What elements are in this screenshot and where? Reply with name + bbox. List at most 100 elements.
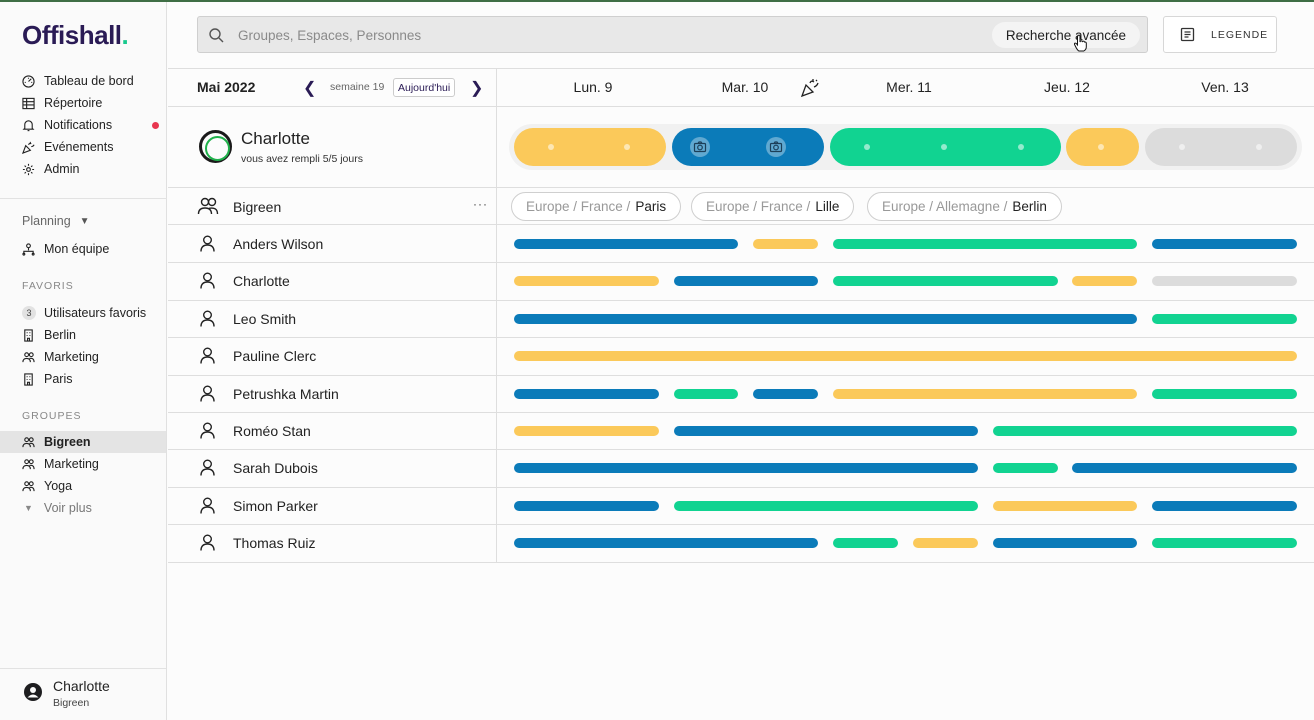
presence-bar[interactable] [514,463,978,474]
month-label: Mai 2022 [197,79,256,95]
half-day-dot[interactable] [624,144,630,150]
half-day-dot[interactable] [864,144,870,150]
presence-bar[interactable] [1072,276,1137,287]
presence-bar[interactable] [833,276,1058,287]
nav-my-team[interactable]: Mon équipe [22,238,167,260]
nav-dashboard[interactable]: Tableau de bord [22,70,167,92]
camera-icon[interactable] [690,137,710,157]
location-chip-berlin[interactable]: Europe / Allemagne / Berlin [867,192,1062,221]
gear-icon [22,163,35,175]
presence-bar[interactable] [674,388,738,399]
presence-bar[interactable] [1152,388,1297,399]
advanced-search-button[interactable]: Recherche avancée [991,22,1140,48]
presence-bar[interactable] [514,388,659,399]
legend-button[interactable]: LEGENDE [1163,16,1277,53]
group-label: Yoga [44,479,73,493]
person-icon [200,459,215,476]
next-week-icon[interactable]: ❯ [470,78,483,98]
nav-events[interactable]: Evénements [22,136,167,158]
app-logo[interactable]: Offishall. [22,20,129,51]
planning-dropdown[interactable]: Planning ▼ [22,214,90,228]
presence-bar[interactable] [674,500,978,511]
person-name[interactable]: Leo Smith [233,311,296,327]
group-icon [22,351,35,362]
search-icon [209,28,224,43]
nav-notifications[interactable]: Notifications [22,114,167,136]
person-icon [200,347,215,364]
more-options-icon[interactable]: ··· [473,197,488,211]
presence-bar[interactable] [1152,276,1297,287]
group-item-bigreen[interactable]: Bigreen [0,431,166,453]
presence-bar[interactable] [913,538,978,549]
person-name[interactable]: Charlotte [233,273,290,289]
fav-berlin[interactable]: Berlin [22,324,167,346]
presence-bar[interactable] [993,500,1137,511]
half-day-dot[interactable] [1098,144,1104,150]
presence-bar[interactable] [674,276,818,287]
user-profile[interactable]: Charlotte Bigreen [0,668,166,720]
camera-icon[interactable] [766,137,786,157]
half-day-dot[interactable] [1256,144,1262,150]
presence-bar[interactable] [753,239,818,249]
person-name[interactable]: Pauline Clerc [233,348,316,364]
search-input[interactable] [238,25,938,45]
group-item-marketing[interactable]: Marketing [0,453,166,475]
presence-bar[interactable] [833,239,1137,249]
presence-bar[interactable] [1152,538,1297,549]
person-name[interactable]: Anders Wilson [233,236,323,252]
current-user-name: Charlotte [241,129,310,148]
presence-bar[interactable] [993,463,1058,474]
presence-bar[interactable] [833,388,1137,399]
fav-paris[interactable]: Paris [22,368,167,390]
nav-directory[interactable]: Répertoire [22,92,167,114]
person-icon [200,272,215,289]
person-name[interactable]: Petrushka Martin [233,386,339,402]
presence-bar[interactable] [753,388,818,399]
day-header: Jeu. 12 [1044,79,1090,95]
person-icon [200,497,215,514]
presence-bar[interactable] [514,500,659,511]
half-day-dot[interactable] [941,144,947,150]
presence-bar[interactable] [833,538,898,549]
location-chip-paris[interactable]: Europe / France / Paris [511,192,682,221]
person-name[interactable]: Roméo Stan [233,423,311,439]
presence-bar[interactable] [1152,500,1297,511]
presence-bar[interactable] [514,426,659,436]
presence-bar[interactable] [1152,313,1297,324]
person-name[interactable]: Sarah Dubois [233,460,318,476]
today-button[interactable]: Aujourd'hui [393,78,456,97]
half-day-dot[interactable] [1018,144,1024,150]
presence-bar[interactable] [514,351,1297,362]
presence-bar[interactable] [674,426,978,436]
location-chip-lille[interactable]: Europe / France / Lille [691,192,855,221]
presence-bar[interactable] [993,538,1137,549]
sidebar-divider [0,198,167,199]
group-item-yoga[interactable]: Yoga [0,475,166,497]
fill-status: vous avez rempli 5/5 jours [241,153,363,165]
presence-bar[interactable] [1152,239,1297,249]
fav-users[interactable]: 3 Utilisateurs favoris [22,302,167,324]
day-status-pill[interactable] [1145,128,1297,166]
person-name[interactable]: Thomas Ruiz [233,535,315,551]
half-day-dot[interactable] [1179,144,1185,150]
day-status-pill[interactable] [514,128,666,166]
presence-bar[interactable] [514,276,659,287]
presence-bar[interactable] [514,239,738,249]
fav-marketing[interactable]: Marketing [22,346,167,368]
directory-icon [22,97,35,109]
see-more-button[interactable]: ▼ Voir plus [0,497,166,519]
nav-admin[interactable]: Admin [22,158,167,180]
prev-week-icon[interactable]: ❮ [303,78,316,98]
presence-bar[interactable] [1072,463,1297,474]
presence-bar[interactable] [514,538,818,549]
person-name[interactable]: Simon Parker [233,498,318,514]
day-status-pill[interactable] [830,128,1061,166]
half-day-dot[interactable] [548,144,554,150]
day-status-pill[interactable] [672,128,824,166]
fav-label: Paris [44,372,73,386]
progress-ring [199,130,232,163]
day-status-pill[interactable] [1066,128,1139,166]
presence-bar[interactable] [993,426,1297,436]
person-icon [200,422,215,439]
presence-bar[interactable] [514,313,1137,324]
